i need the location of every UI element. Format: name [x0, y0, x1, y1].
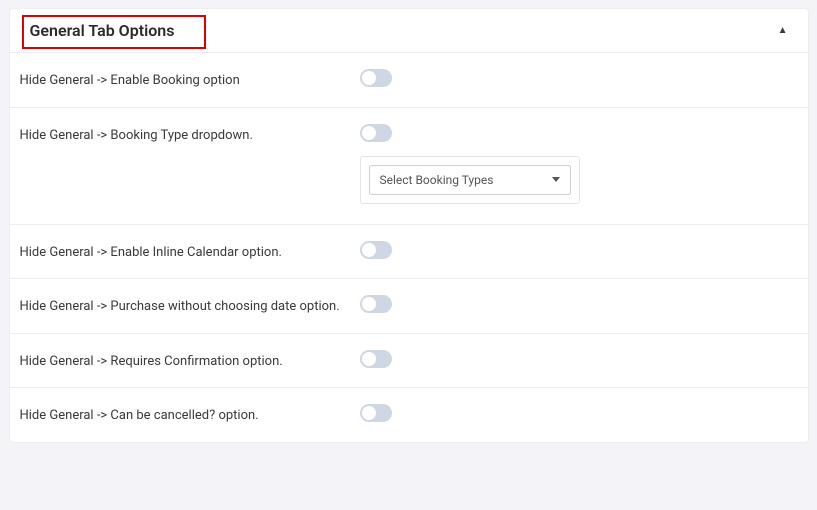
toggle-purchase-without-date[interactable] — [360, 295, 392, 313]
toggle-requires-confirmation[interactable] — [360, 350, 392, 368]
row-control — [360, 241, 788, 259]
toggle-inline-calendar[interactable] — [360, 241, 392, 259]
caret-down-icon — [552, 177, 560, 182]
row-control: Select Booking Types — [360, 124, 788, 204]
select-placeholder: Select Booking Types — [380, 173, 494, 187]
row-inline-calendar: Hide General -> Enable Inline Calendar o… — [10, 225, 808, 280]
row-control — [360, 404, 788, 422]
row-label: Hide General -> Requires Confirmation op… — [20, 350, 360, 372]
row-label: Hide General -> Can be cancelled? option… — [20, 404, 360, 426]
row-enable-booking: Hide General -> Enable Booking option — [10, 53, 808, 108]
row-can-be-cancelled: Hide General -> Can be cancelled? option… — [10, 388, 808, 442]
settings-panel: General Tab Options ▲ Hide General -> En… — [9, 8, 809, 443]
panel-title: General Tab Options — [30, 21, 175, 40]
toggle-enable-booking[interactable] — [360, 69, 392, 87]
row-label: Hide General -> Booking Type dropdown. — [20, 124, 360, 146]
panel-header[interactable]: General Tab Options ▲ — [10, 9, 808, 53]
row-purchase-without-date: Hide General -> Purchase without choosin… — [10, 279, 808, 334]
row-requires-confirmation: Hide General -> Requires Confirmation op… — [10, 334, 808, 389]
row-label: Hide General -> Purchase without choosin… — [20, 295, 360, 317]
select-booking-types[interactable]: Select Booking Types — [369, 165, 571, 195]
row-label: Hide General -> Enable Booking option — [20, 69, 360, 91]
row-label: Hide General -> Enable Inline Calendar o… — [20, 241, 360, 263]
chevron-up-icon[interactable]: ▲ — [778, 25, 788, 36]
row-booking-type: Hide General -> Booking Type dropdown. S… — [10, 108, 808, 225]
row-control — [360, 295, 788, 313]
toggle-booking-type[interactable] — [360, 124, 392, 142]
select-wrap-booking-types: Select Booking Types — [360, 156, 580, 204]
toggle-can-be-cancelled[interactable] — [360, 404, 392, 422]
row-control — [360, 350, 788, 368]
row-control — [360, 69, 788, 87]
